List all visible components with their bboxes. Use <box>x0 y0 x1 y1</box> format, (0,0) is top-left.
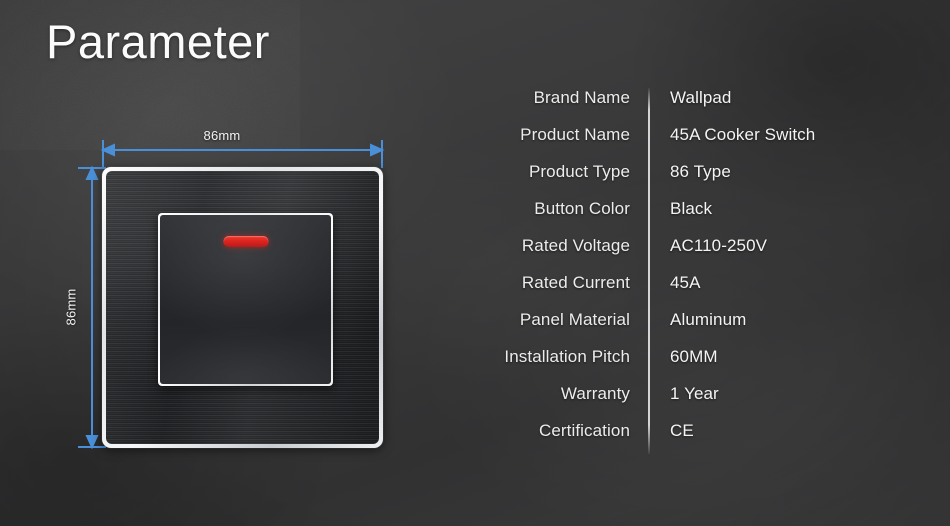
spec-label: Warranty <box>560 384 630 403</box>
table-row: Certification CE <box>470 421 890 458</box>
spec-value: AC110-250V <box>670 236 768 255</box>
spec-value: Black <box>670 199 713 218</box>
table-row: Product Type 86 Type <box>470 162 890 199</box>
spec-value: 60MM <box>670 347 718 366</box>
spec-value: Wallpad <box>670 88 732 107</box>
spec-value: CE <box>670 421 694 440</box>
spec-label: Panel Material <box>519 310 630 329</box>
spec-label: Certification <box>538 421 630 440</box>
table-row: Button Color Black <box>470 199 890 236</box>
spec-value: 45A <box>670 273 701 292</box>
table-row: Warranty 1 Year <box>470 384 890 421</box>
page-title: Parameter <box>46 15 270 68</box>
table-row: Installation Pitch 60MM <box>470 347 890 384</box>
spec-value: 45A Cooker Switch <box>670 125 816 144</box>
spec-label: Button Color <box>534 199 630 218</box>
table-row: Rated Current 45A <box>470 273 890 310</box>
table-row: Panel Material Aluminum <box>470 310 890 347</box>
spec-label: Brand Name <box>533 88 630 107</box>
spec-value: 1 Year <box>670 384 719 403</box>
product-image-cooker-switch <box>102 167 383 448</box>
table-row: Product Name 45A Cooker Switch <box>470 125 890 162</box>
switch-rocker-button <box>158 213 333 386</box>
height-dimension-label: 86mm <box>63 288 79 326</box>
table-row: Brand Name Wallpad <box>470 88 890 125</box>
product-parameter-banner: Parameter 86mm 86mm Brand Name Wallpad P… <box>0 0 950 526</box>
spec-table: Brand Name Wallpad Product Name 45A Cook… <box>470 88 890 458</box>
spec-value: 86 Type <box>670 162 731 181</box>
spec-label: Product Type <box>528 162 630 181</box>
switch-outer-frame <box>102 167 383 448</box>
spec-value: Aluminum <box>670 310 747 329</box>
spec-label: Rated Voltage <box>521 236 630 255</box>
spec-label: Installation Pitch <box>504 347 630 366</box>
table-row: Rated Voltage AC110-250V <box>470 236 890 273</box>
led-indicator-icon <box>223 236 268 247</box>
width-dimension-label: 86mm <box>203 128 241 143</box>
spec-label: Rated Current <box>521 273 630 292</box>
spec-label: Product Name <box>520 125 630 144</box>
